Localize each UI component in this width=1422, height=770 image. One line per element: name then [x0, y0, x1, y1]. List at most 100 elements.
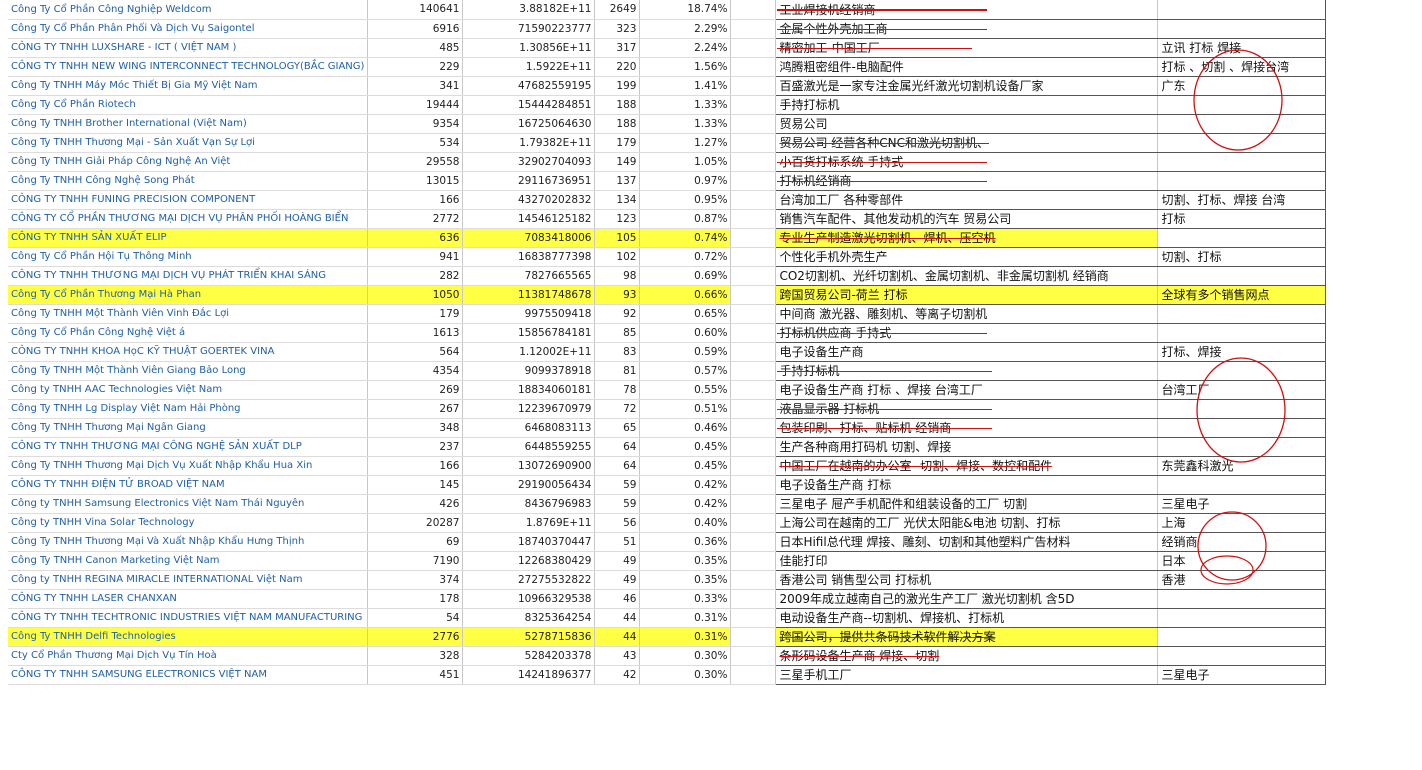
table-row[interactable]: Công Ty TNHH Lg Display Việt Nam Hải Phò… [8, 399, 1327, 419]
note-cell[interactable] [1157, 171, 1327, 191]
percent-cell[interactable]: 0.95% [639, 190, 732, 210]
value-a-cell[interactable]: 54 [367, 608, 464, 628]
company-name-cell[interactable]: Công Ty TNHH Canon Marketing Việt Nam [8, 551, 369, 571]
percent-cell[interactable]: 0.97% [639, 171, 732, 191]
percent-cell[interactable]: 0.45% [639, 437, 732, 457]
note-cell[interactable] [1157, 418, 1327, 438]
value-b-cell[interactable]: 14241896377 [462, 665, 596, 685]
table-row[interactable]: CÔNG TY TNHH THƯƠNG MẠI CÔNG NGHỆ SẢN XU… [8, 437, 1327, 457]
company-name-cell[interactable]: Công ty TNHH Vina Solar Technology [8, 513, 369, 533]
value-b-cell[interactable]: 5284203378 [462, 646, 596, 666]
count-cell[interactable]: 44 [594, 608, 641, 628]
value-a-cell[interactable]: 348 [367, 418, 464, 438]
company-name-cell[interactable]: Công Ty TNHH Lg Display Việt Nam Hải Phò… [8, 399, 369, 419]
empty-cell[interactable] [730, 190, 777, 210]
company-name-cell[interactable]: Công Ty TNHH Máy Móc Thiết Bị Gia Mỹ Việ… [8, 76, 369, 96]
count-cell[interactable]: 46 [594, 589, 641, 609]
count-cell[interactable]: 49 [594, 570, 641, 590]
value-a-cell[interactable]: 179 [367, 304, 464, 324]
value-a-cell[interactable]: 20287 [367, 513, 464, 533]
empty-cell[interactable] [730, 76, 777, 96]
description-cell[interactable]: 包装印刷、打标、贴标机 经销商 [775, 418, 1159, 438]
empty-cell[interactable] [730, 152, 777, 172]
percent-cell[interactable]: 0.66% [639, 285, 732, 305]
company-name-cell[interactable]: CÔNG TY TNHH KHOA HọC KỸ THUẬT GOERTEK V… [8, 342, 369, 362]
empty-cell[interactable] [730, 494, 777, 514]
note-cell[interactable] [1157, 323, 1327, 343]
value-b-cell[interactable]: 29190056434 [462, 475, 596, 495]
percent-cell[interactable]: 0.35% [639, 570, 732, 590]
empty-cell[interactable] [730, 456, 777, 476]
company-name-cell[interactable]: Công Ty Cổ Phần Công Nghệ Việt á [8, 323, 369, 343]
note-cell[interactable]: 经销商 [1157, 532, 1327, 552]
company-name-cell[interactable]: Công Ty TNHH Thương Mại Và Xuất Nhập Khẩ… [8, 532, 369, 552]
value-b-cell[interactable]: 5278715836 [462, 627, 596, 647]
percent-cell[interactable]: 0.57% [639, 361, 732, 381]
company-name-cell[interactable]: Công Ty TNHH Thương Mại Ngân Giang [8, 418, 369, 438]
value-b-cell[interactable]: 3.88182E+11 [462, 0, 596, 20]
value-b-cell[interactable]: 1.5922E+11 [462, 57, 596, 77]
value-b-cell[interactable]: 1.12002E+11 [462, 342, 596, 362]
table-row[interactable]: CÔNG TY TNHH FUNING PRECISION COMPONENT 1… [8, 190, 1327, 210]
value-a-cell[interactable]: 1050 [367, 285, 464, 305]
table-row[interactable]: Công Ty Cổ Phần Riotech 19444 15444284851 1… [8, 95, 1327, 115]
value-b-cell[interactable]: 12268380429 [462, 551, 596, 571]
value-b-cell[interactable]: 6468083113 [462, 418, 596, 438]
value-b-cell[interactable]: 7827665565 [462, 266, 596, 286]
note-cell[interactable] [1157, 608, 1327, 628]
percent-cell[interactable]: 0.31% [639, 608, 732, 628]
value-a-cell[interactable]: 229 [367, 57, 464, 77]
count-cell[interactable]: 51 [594, 532, 641, 552]
company-name-cell[interactable]: CÔNG TY TNHH SAMSUNG ELECTRONICS VIỆT NA… [8, 665, 369, 685]
value-b-cell[interactable]: 10966329538 [462, 589, 596, 609]
note-cell[interactable] [1157, 19, 1327, 39]
value-a-cell[interactable]: 29558 [367, 152, 464, 172]
value-a-cell[interactable]: 166 [367, 456, 464, 476]
note-cell[interactable]: 广东 [1157, 76, 1327, 96]
description-cell[interactable]: 2009年成立越南自己的激光生产工厂 激光切割机 含5D [775, 589, 1159, 609]
description-cell[interactable]: 三星手机工厂 [775, 665, 1159, 685]
table-row[interactable]: CÔNG TY TNHH LASER CHANXAN 178 10966329538… [8, 589, 1327, 609]
table-row[interactable]: Công Ty TNHH Brother International (Việt… [8, 114, 1327, 134]
value-a-cell[interactable]: 237 [367, 437, 464, 457]
note-cell[interactable]: 打标 [1157, 209, 1327, 229]
empty-cell[interactable] [730, 133, 777, 153]
description-cell[interactable]: 鸿腾粗密组件-电脑配件 [775, 57, 1159, 77]
table-row[interactable]: CÔNG TY TNHH THƯƠNG MẠI DỊCH VỤ PHÁT TRI… [8, 266, 1327, 286]
note-cell[interactable] [1157, 152, 1327, 172]
empty-cell[interactable] [730, 266, 777, 286]
description-cell[interactable]: 跨国公司，提供共条码技术软件解决方案 [775, 627, 1159, 647]
description-cell[interactable]: 小百货打标系统 手持式 [775, 152, 1159, 172]
company-name-cell[interactable]: CÔNG TY TNHH NEW WING INTERCONNECT TECHN… [8, 57, 369, 77]
description-cell[interactable]: 打标机供应商 手持式 [775, 323, 1159, 343]
count-cell[interactable]: 59 [594, 494, 641, 514]
value-b-cell[interactable]: 27275532822 [462, 570, 596, 590]
percent-cell[interactable]: 0.31% [639, 627, 732, 647]
company-name-cell[interactable]: CÔNG TY TNHH TECHTRONIC INDUSTRIES VIỆT … [8, 608, 369, 628]
count-cell[interactable]: 2649 [594, 0, 641, 20]
count-cell[interactable]: 81 [594, 361, 641, 381]
description-cell[interactable]: 个性化手机外壳生产 [775, 247, 1159, 267]
description-cell[interactable]: 贸易公司 [775, 114, 1159, 134]
empty-cell[interactable] [730, 57, 777, 77]
company-name-cell[interactable]: CÔNG TY CỔ PHẦN THƯƠNG MẠI DỊCH VỤ PHÂN … [8, 209, 369, 229]
description-cell[interactable]: 电动设备生产商--切割机、焊接机、打标机 [775, 608, 1159, 628]
note-cell[interactable] [1157, 95, 1327, 115]
description-cell[interactable]: 电子设备生产商 打标 、焊接 台湾工厂 [775, 380, 1159, 400]
table-row[interactable]: Công ty TNHH REGINA MIRACLE INTERNATIONA… [8, 570, 1327, 590]
value-a-cell[interactable]: 267 [367, 399, 464, 419]
value-a-cell[interactable]: 4354 [367, 361, 464, 381]
description-cell[interactable]: 上海公司在越南的工厂 光伏太阳能&电池 切割、打标 [775, 513, 1159, 533]
table-row[interactable]: CÔNG TY TNHH SAMSUNG ELECTRONICS VIỆT NA… [8, 665, 1327, 685]
table-row[interactable]: Công ty TNHH AAC Technologies Việt Nam 26… [8, 380, 1327, 400]
company-name-cell[interactable]: Công Ty Cổ Phần Riotech [8, 95, 369, 115]
value-b-cell[interactable]: 12239670979 [462, 399, 596, 419]
table-row[interactable]: Công Ty TNHH Một Thành Viên Vinh Đắc Lợi… [8, 304, 1327, 324]
empty-cell[interactable] [730, 665, 777, 685]
value-a-cell[interactable]: 6916 [367, 19, 464, 39]
company-name-cell[interactable]: Công Ty TNHH Giải Pháp Công Nghệ An Việt [8, 152, 369, 172]
description-cell[interactable]: 生产各种商用打码机 切割、焊接 [775, 437, 1159, 457]
count-cell[interactable]: 188 [594, 114, 641, 134]
percent-cell[interactable]: 1.33% [639, 114, 732, 134]
empty-cell[interactable] [730, 304, 777, 324]
